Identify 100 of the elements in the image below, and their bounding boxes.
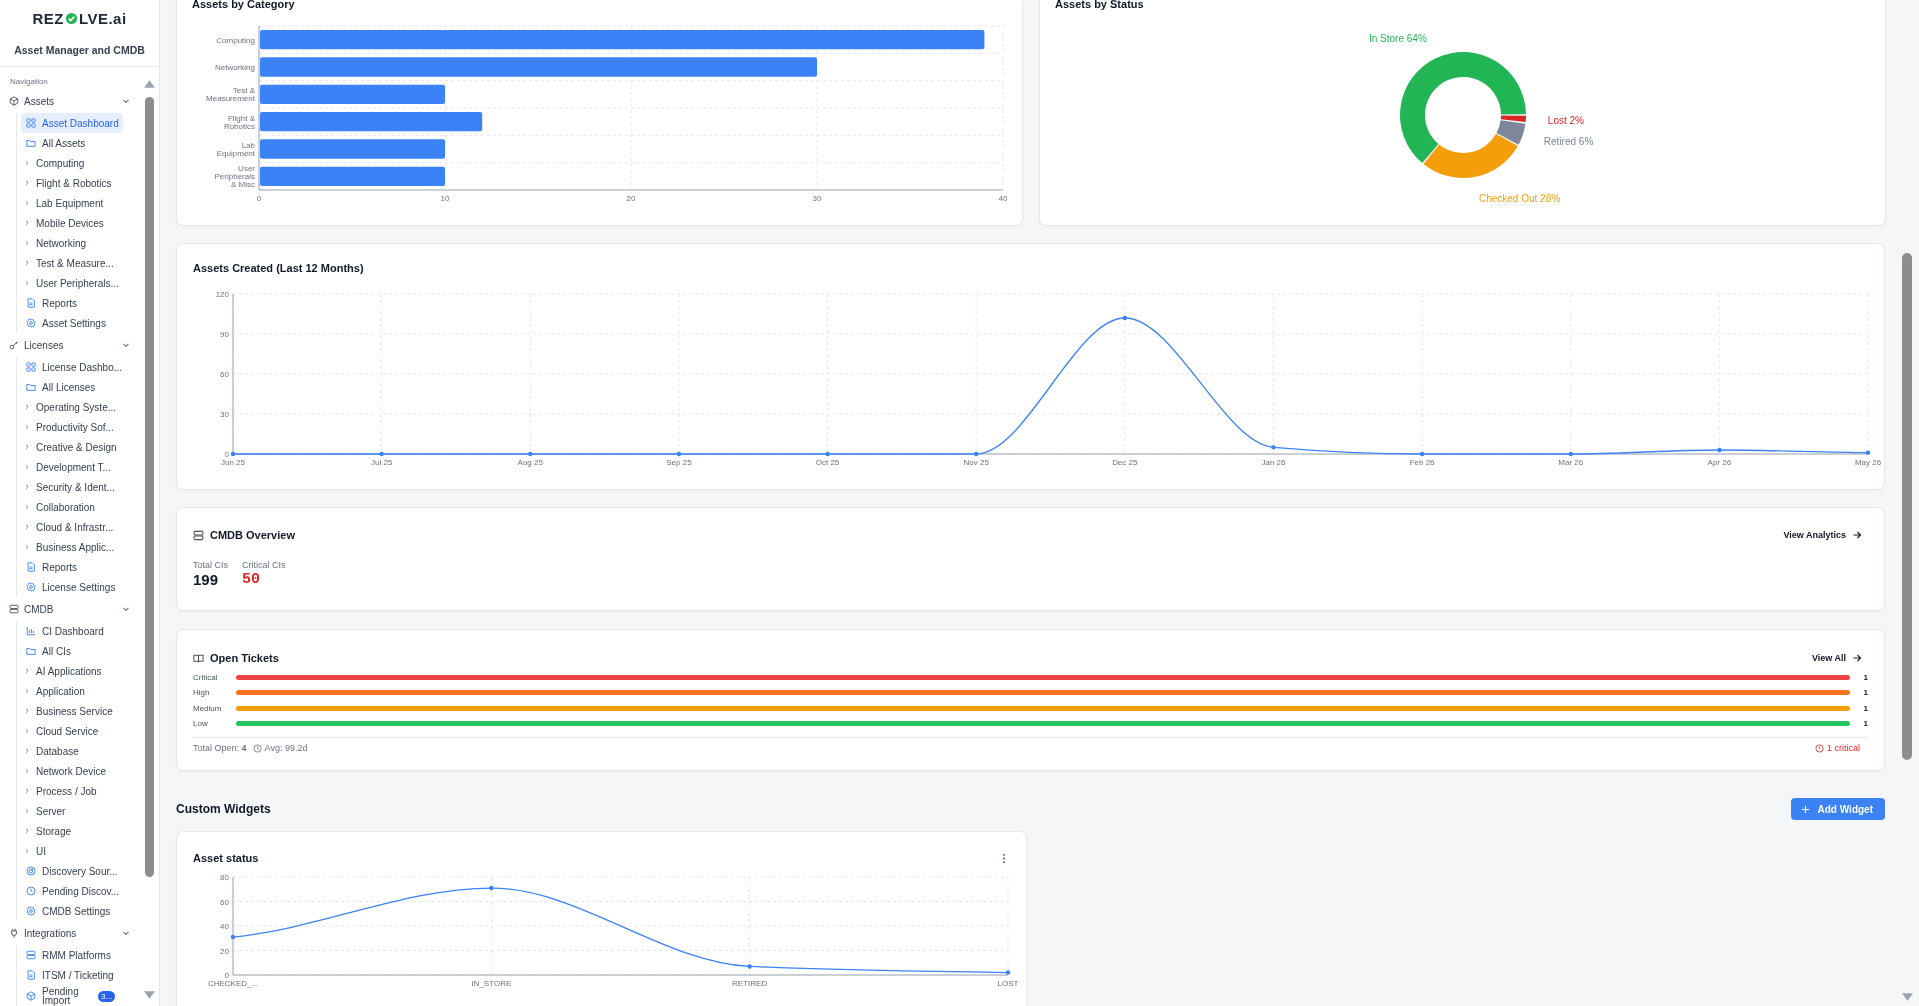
more-icon[interactable] <box>1002 852 1006 864</box>
chevron-right-icon <box>24 787 30 795</box>
nav-item[interactable]: Productivity Sof... <box>21 417 123 437</box>
nav-item[interactable]: Asset Settings <box>21 313 123 333</box>
nav-item[interactable]: ITSM / Ticketing <box>21 965 123 985</box>
nav-section[interactable]: Licenses <box>0 333 143 357</box>
cube-icon <box>9 96 19 106</box>
nav-item[interactable]: Security & Ident... <box>21 477 123 497</box>
axis-label: Computing <box>216 35 255 45</box>
nav-item[interactable]: Business Service <box>21 701 123 721</box>
card-title: Asset status <box>193 852 259 864</box>
nav-item[interactable]: Cloud & Infrastr... <box>21 517 123 537</box>
nav-item[interactable]: Storage <box>21 821 123 841</box>
logo-text: LVE.ai <box>78 9 127 27</box>
axis-label: Test & Measurement <box>206 86 255 104</box>
axis-label: 30 <box>812 194 822 203</box>
chevron-right-icon <box>24 463 30 471</box>
axis-label: 40 <box>220 922 229 931</box>
nav-item[interactable]: CMDB Settings <box>21 901 123 921</box>
nav-item[interactable]: Lab Equipment <box>21 193 123 213</box>
chevron-right-icon <box>24 827 30 835</box>
nav-item[interactable]: Pending Import 3... <box>21 985 123 1006</box>
radar-icon <box>26 866 36 876</box>
chevron-right-icon <box>24 239 30 247</box>
nav-item[interactable]: Reports <box>21 557 123 577</box>
nav-item[interactable]: Operating Syste... <box>21 397 123 417</box>
scrollbar-thumb[interactable] <box>1902 253 1912 760</box>
axis-label: 60 <box>220 370 229 379</box>
chevron-right-icon <box>24 767 30 775</box>
axis-label: Dec 25 <box>1112 458 1138 467</box>
nav-section[interactable]: Integrations <box>0 921 143 945</box>
data-point <box>1865 450 1871 455</box>
nav-item[interactable]: CI Dashboard <box>21 621 123 641</box>
settings-icon <box>26 906 36 916</box>
data-point <box>1419 451 1425 457</box>
axis-label: Feb 26 <box>1409 458 1435 467</box>
nav-item[interactable]: Creative & Design <box>21 437 123 457</box>
nav-item[interactable]: Application <box>21 681 123 701</box>
axis-label: Sep 25 <box>666 458 692 467</box>
scroll-up-icon[interactable] <box>144 80 155 88</box>
nav-heading: Navigation <box>9 76 49 88</box>
dashboard-icon <box>26 118 36 128</box>
nav-item[interactable]: UI <box>21 841 123 861</box>
card-title: Open Tickets <box>210 652 279 664</box>
nav-item[interactable]: Database <box>21 741 123 761</box>
nav-item[interactable]: Test & Measure... <box>21 253 123 273</box>
nav-item[interactable]: Collaboration <box>21 497 123 517</box>
nav-item[interactable]: Mobile Devices <box>21 213 123 233</box>
nav-item[interactable]: All Licenses <box>21 377 123 397</box>
nav-item[interactable]: Discovery Sour... <box>21 861 123 881</box>
ticket-count: 1 <box>1862 719 1868 729</box>
nav-item[interactable]: Computing <box>21 153 123 173</box>
nav-section[interactable]: CMDB <box>0 597 143 621</box>
axis-label: 120 <box>215 290 229 299</box>
nav-item[interactable]: Process / Job <box>21 781 123 801</box>
app-subtitle: Asset Manager and CMDB <box>14 44 145 56</box>
nav-item[interactable]: Development T... <box>21 457 123 477</box>
scroll-down-icon[interactable] <box>1902 993 1913 1001</box>
stat-value: 50 <box>242 571 262 588</box>
nav-item[interactable]: Flight & Robotics <box>21 173 123 193</box>
chevron-right-icon <box>24 219 30 227</box>
axis-label: 20 <box>220 946 229 956</box>
nav-item[interactable]: Business Applic... <box>21 537 123 557</box>
stat-label: Critical CIs <box>242 560 286 570</box>
ticket-count: 1 <box>1862 688 1868 698</box>
nav-item[interactable]: License Settings <box>21 577 123 597</box>
nav-item[interactable]: Reports <box>21 293 123 313</box>
nav-item[interactable]: Pending Discov... <box>21 881 123 901</box>
nav-item[interactable]: All CIs <box>21 641 123 661</box>
ticket-count: 1 <box>1862 703 1868 713</box>
priority-label: Medium <box>193 703 223 713</box>
nav-section[interactable]: Assets <box>0 89 143 113</box>
chevron-right-icon <box>24 199 30 207</box>
critical-note: 1 critical <box>1827 743 1860 754</box>
nav-item[interactable]: Network Device <box>21 761 123 781</box>
chevron-right-icon <box>24 523 30 531</box>
nav-item[interactable]: Networking <box>21 233 123 253</box>
view-all-link[interactable]: View All <box>1812 653 1862 663</box>
scrollbar-thumb[interactable] <box>145 97 154 877</box>
axis-label: 60 <box>220 897 229 907</box>
add-widget-button[interactable]: Add Widget <box>1790 798 1885 820</box>
server-icon <box>26 950 36 960</box>
axis-label: User Peripherals & Misc <box>214 164 255 190</box>
bar-chart-icon <box>26 626 36 636</box>
nav-item[interactable]: RMM Platforms <box>21 945 123 965</box>
nav-item[interactable]: Asset Dashboard <box>21 113 123 133</box>
chevron-right-icon <box>24 259 30 267</box>
nav-item[interactable]: User Peripherals... <box>21 273 123 293</box>
chevron-right-icon <box>24 483 30 491</box>
nav-item[interactable]: License Dashbo... <box>21 357 123 377</box>
nav-item[interactable]: AI Applications <box>21 661 123 681</box>
scroll-down-icon[interactable] <box>144 991 155 999</box>
data-point <box>489 885 494 891</box>
axis-label: Flight & Robotics <box>223 113 255 131</box>
nav-item[interactable]: Server <box>21 801 123 821</box>
nav-item[interactable]: Cloud Service <box>21 721 123 741</box>
nav-item[interactable]: All Assets <box>21 133 123 153</box>
view-analytics-link[interactable]: View Analytics <box>1783 530 1862 540</box>
document-icon <box>26 970 36 980</box>
stat-value: 199 <box>193 571 220 588</box>
